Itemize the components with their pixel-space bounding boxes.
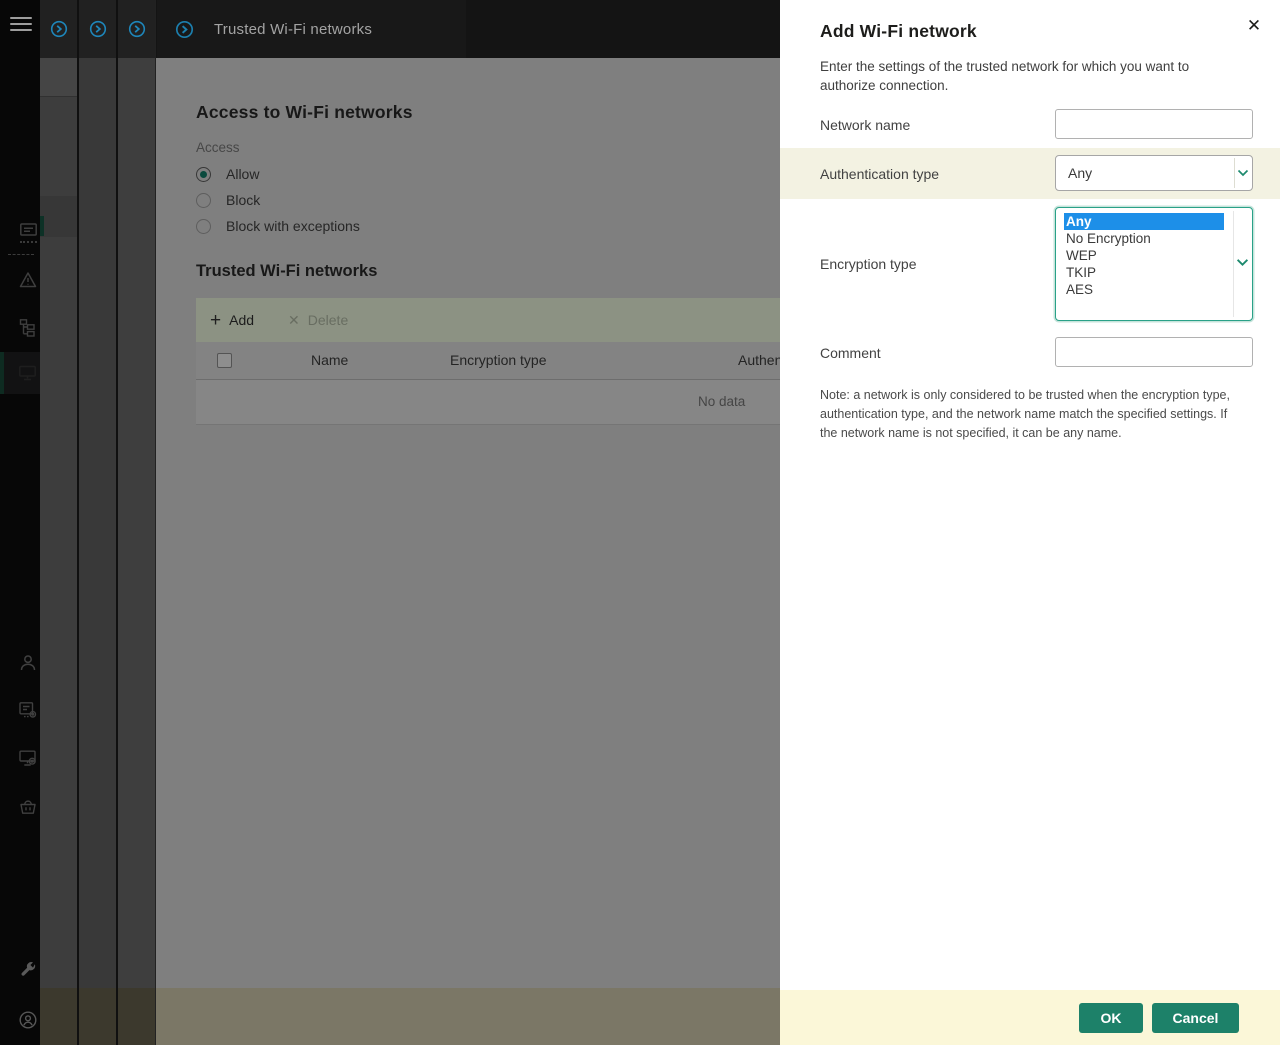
encryption-type-dropdown-open[interactable]: Any No Encryption WEP TKIP AES (1055, 207, 1253, 321)
drawer-edge-selected-accent (40, 216, 44, 236)
radio-icon (196, 218, 211, 234)
console-icon[interactable] (18, 220, 38, 240)
table-header-row: Name Encryption type Authentication type (196, 342, 857, 380)
select-separator (1234, 158, 1235, 188)
users-icon[interactable] (18, 653, 38, 673)
column-header-encryption: Encryption type (450, 352, 547, 368)
network-name-label: Network name (820, 117, 911, 133)
cancel-button[interactable]: Cancel (1152, 1003, 1239, 1033)
option-wep[interactable]: WEP (1064, 247, 1224, 264)
close-icon[interactable]: ✕ (1242, 14, 1266, 38)
radio-allow[interactable]: Allow (196, 164, 259, 184)
authentication-type-row: Authentication type Any (780, 148, 1280, 199)
access-group-label: Access (196, 140, 240, 155)
radio-block-with-exceptions[interactable]: Block with exceptions (196, 216, 360, 236)
active-tab-title: Trusted Wi-Fi networks (214, 20, 373, 38)
hierarchy-icon[interactable] (18, 317, 38, 337)
drawer-tab-1[interactable] (40, 0, 78, 58)
radio-label: Allow (226, 166, 260, 182)
active-drawer-tab[interactable]: Trusted Wi-Fi networks (157, 0, 466, 58)
marketplace-basket-icon[interactable] (18, 797, 38, 817)
panel-title: Add Wi-Fi network (820, 21, 977, 41)
comment-label: Comment (820, 345, 881, 361)
ok-button[interactable]: OK (1079, 1003, 1143, 1033)
plus-icon: + (210, 309, 222, 331)
column-header-name: Name (311, 352, 349, 368)
chevron-down-icon (1237, 169, 1249, 177)
add-button[interactable]: + Add (210, 311, 254, 330)
comment-row: Comment (780, 337, 1280, 369)
add-wifi-network-panel: Add Wi-Fi network ✕ Enter the settings o… (780, 0, 1280, 1045)
encryption-type-row: Encryption type Any No Encryption WEP TK… (780, 207, 1280, 321)
console-dashes (20, 241, 37, 243)
radio-label: Block with exceptions (226, 218, 360, 234)
app-window: Trusted Wi-Fi networks Access to Wi-Fi n… (0, 0, 1280, 1045)
comment-input[interactable] (1055, 337, 1253, 367)
hamburger-menu-icon[interactable] (10, 17, 32, 31)
radio-label: Block (226, 192, 261, 208)
drawer-tab-2[interactable] (79, 0, 117, 58)
drawer-edge-selected-item (40, 196, 77, 237)
close-icon: ✕ (288, 311, 300, 328)
selected-value: Any (1068, 165, 1093, 181)
page-title: Access to Wi-Fi networks (196, 102, 413, 122)
circle-arrow-icon (50, 20, 68, 38)
sidebar-selected-item[interactable] (0, 352, 40, 394)
wrench-icon[interactable] (18, 960, 38, 980)
panel-note: Note: a network is only considered to be… (820, 388, 1230, 440)
drawer-edge-1-header (40, 58, 77, 97)
dimmed-footer (156, 988, 780, 1045)
dropdown-options: Any No Encryption WEP TKIP AES (1064, 213, 1224, 298)
authentication-type-select[interactable]: Any (1055, 155, 1253, 191)
network-name-row: Network name (780, 107, 1280, 143)
panel-footer: OK Cancel (780, 990, 1280, 1045)
sidebar-selected-accent (0, 352, 4, 394)
network-name-input[interactable] (1055, 109, 1253, 139)
settings-page: Access to Wi-Fi networks Access Allow Bl… (156, 58, 857, 988)
table-toolbar: + Add ✕ Delete (196, 298, 780, 342)
devices-icon (18, 363, 37, 382)
drawer-tab-3[interactable] (118, 0, 156, 58)
monitor-gear-icon[interactable] (18, 748, 38, 768)
tasks-gear-icon[interactable] (18, 700, 38, 720)
radio-icon (196, 166, 211, 182)
option-any[interactable]: Any (1064, 213, 1224, 230)
drawer-divider (77, 0, 79, 1045)
add-label: Add (229, 312, 255, 328)
drawer-edge-2 (79, 58, 116, 988)
circle-arrow-icon (89, 20, 107, 38)
option-tkip[interactable]: TKIP (1064, 264, 1224, 281)
panel-description: Enter the settings of the trusted networ… (820, 59, 1190, 93)
app-sidebar (0, 0, 40, 1045)
drawer-footer-edge (40, 988, 156, 1045)
alert-triangle-icon[interactable] (18, 270, 38, 290)
option-no-encryption[interactable]: No Encryption (1064, 230, 1224, 247)
delete-label: Delete (307, 312, 349, 328)
authentication-type-label: Authentication type (820, 165, 940, 182)
radio-icon (196, 192, 211, 208)
sidebar-divider (8, 254, 34, 255)
radio-block[interactable]: Block (196, 190, 260, 210)
drawer-divider (116, 0, 118, 1045)
chevron-down-icon (1236, 258, 1249, 267)
select-all-checkbox[interactable] (217, 353, 232, 368)
section-heading: Trusted Wi-Fi networks (196, 262, 378, 280)
no-data-text: No data (698, 394, 746, 409)
circle-arrow-icon (175, 20, 194, 39)
option-aes[interactable]: AES (1064, 281, 1224, 298)
encryption-type-label: Encryption type (820, 256, 917, 272)
delete-button[interactable]: ✕ Delete (288, 312, 348, 329)
dropdown-scroll-track (1233, 211, 1234, 317)
account-icon[interactable] (18, 1010, 38, 1030)
table-empty-row: No data (196, 380, 780, 425)
circle-arrow-icon (128, 20, 146, 38)
drawer-edge-3 (118, 58, 155, 988)
